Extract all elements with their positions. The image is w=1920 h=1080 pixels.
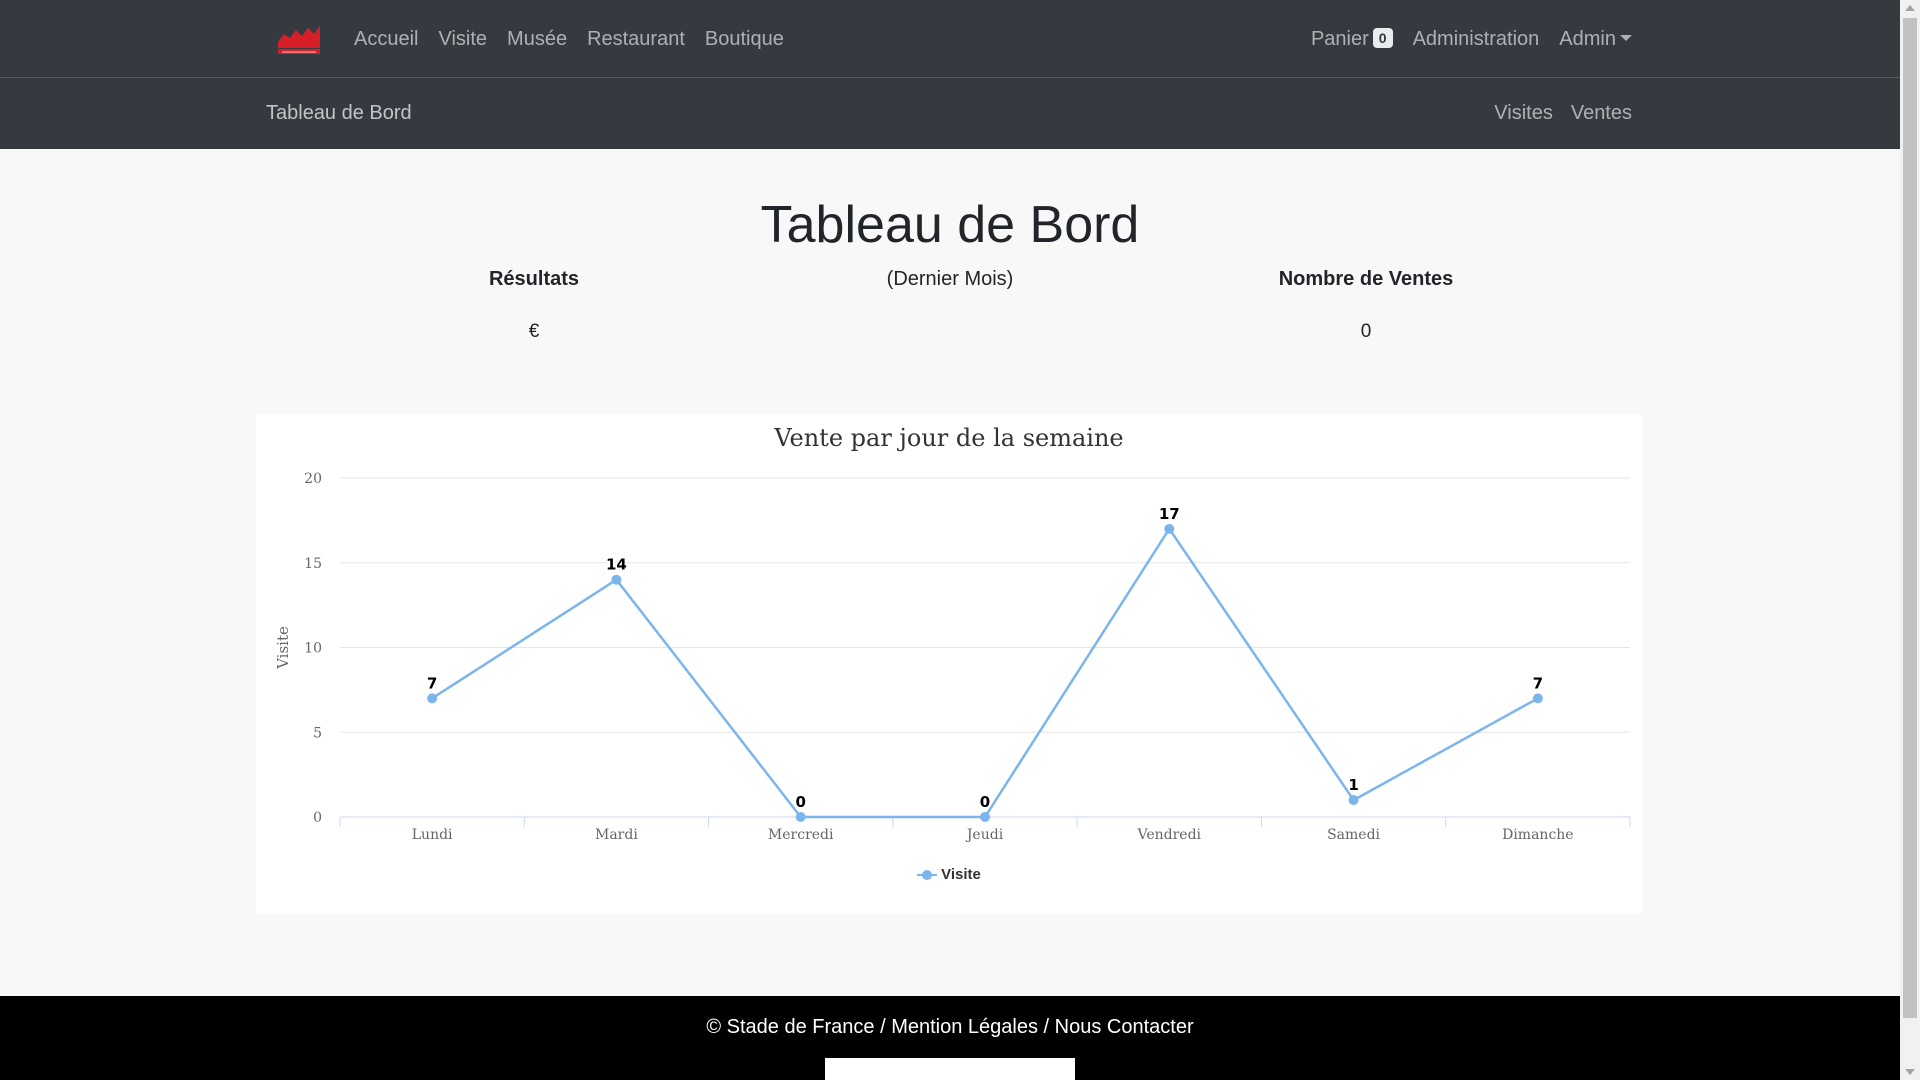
cart-count-badge: 0 xyxy=(1372,27,1393,48)
nav-link-visite[interactable]: Visite xyxy=(438,28,487,51)
data-point xyxy=(795,812,806,822)
nav-link-boutique[interactable]: Boutique xyxy=(705,28,784,51)
data-point xyxy=(427,693,438,704)
chevron-down-icon xyxy=(1620,34,1632,41)
data-point xyxy=(1164,523,1175,534)
data-point xyxy=(980,812,990,822)
data-point xyxy=(1532,693,1543,704)
nav-link-restaurant[interactable]: Restaurant xyxy=(587,28,685,51)
sales-value: 0 xyxy=(1360,321,1372,342)
data-label: 0 xyxy=(795,793,805,811)
top-navbar: Accueil Visite Musée Restaurant Boutique… xyxy=(0,0,1900,78)
footer-separator: / xyxy=(1037,1016,1055,1038)
cart-link[interactable]: Panier 0 xyxy=(1310,27,1393,51)
y-tick-label: 5 xyxy=(313,725,322,741)
data-label: 0 xyxy=(980,793,990,811)
nav-link-accueil[interactable]: Accueil xyxy=(354,28,418,51)
page-title: Tableau de Bord xyxy=(760,196,1140,254)
x-tick-label: Lundi xyxy=(412,827,453,843)
scroll-up-icon[interactable] xyxy=(1905,5,1915,11)
sales-line-chart: 05101520Lundi Mardi Mercredi Jeudi Vendredi S… xyxy=(274,471,1631,843)
footer: © Stade de France / Mention Légales / No… xyxy=(0,996,1900,1080)
sales-label: Nombre de Ventes xyxy=(1278,268,1454,290)
data-label: 7 xyxy=(1533,674,1543,692)
footer-text: © Stade de France / Mention Légales / No… xyxy=(0,1016,1900,1039)
footer-copyright: © Stade de France xyxy=(706,1016,875,1038)
stade-de-france-logo-icon[interactable] xyxy=(276,22,322,56)
chart-legend[interactable]: Visite xyxy=(256,866,1642,883)
y-tick-label: 15 xyxy=(304,556,322,572)
results-label: Résultats xyxy=(488,268,580,290)
y-tick-label: 10 xyxy=(304,641,322,657)
y-tick-label: 20 xyxy=(304,471,322,487)
scroll-down-icon[interactable] xyxy=(1905,1069,1915,1075)
subnav-link-visites[interactable]: Visites xyxy=(1494,102,1553,125)
legend-label: Visite xyxy=(941,866,981,883)
cart-label: Panier xyxy=(1310,27,1369,50)
x-tick-label: Samedi xyxy=(1327,827,1380,843)
dashboard-subnav: Tableau de Bord Visites Ventes xyxy=(0,78,1900,149)
results-stat: Résultats € xyxy=(384,268,684,343)
data-label: 7 xyxy=(427,674,437,692)
footer-white-box xyxy=(825,1058,1075,1080)
user-nav: Panier 0 Administration Admin xyxy=(1311,0,1632,78)
scrollbar-thumb[interactable] xyxy=(1903,18,1917,1018)
admin-dropdown-label: Admin xyxy=(1559,27,1616,50)
x-tick-label: Jeudi xyxy=(965,827,1004,843)
period-stat: (Dernier Mois) xyxy=(800,268,1100,291)
footer-legal-link[interactable]: Mention Légales xyxy=(891,1016,1038,1038)
vertical-scrollbar[interactable] xyxy=(1900,0,1920,1080)
admin-dropdown[interactable]: Admin xyxy=(1559,28,1632,51)
main-nav: Accueil Visite Musée Restaurant Boutique xyxy=(354,0,784,78)
x-tick-label: Mercredi xyxy=(768,827,834,843)
series-line xyxy=(431,526,1539,819)
x-tick-label: Vendredi xyxy=(1137,827,1202,843)
nav-link-musee[interactable]: Musée xyxy=(507,28,567,51)
data-label: 1 xyxy=(1348,776,1358,794)
page: Accueil Visite Musée Restaurant Boutique… xyxy=(0,0,1900,1080)
subnav-links: Visites Ventes xyxy=(1494,78,1632,149)
subnav-brand[interactable]: Tableau de Bord xyxy=(266,78,412,149)
administration-link[interactable]: Administration xyxy=(1413,28,1540,51)
footer-contact-link[interactable]: Nous Contacter xyxy=(1055,1016,1194,1038)
sales-chart-card: Vente par jour de la semaine 0 5 10 15 20 Lun… xyxy=(256,414,1642,914)
period-label: (Dernier Mois) xyxy=(886,268,1014,290)
subnav-link-ventes[interactable]: Ventes xyxy=(1571,102,1632,125)
x-tick-label: Dimanche xyxy=(1502,827,1573,843)
sales-stat: Nombre de Ventes 0 xyxy=(1216,268,1516,343)
y-tick-label: 0 xyxy=(313,810,322,826)
x-tick-label: Mardi xyxy=(595,827,638,843)
y-axis-title: Visite xyxy=(274,626,292,670)
legend-marker-icon xyxy=(917,870,938,881)
results-value: € xyxy=(528,321,540,342)
footer-separator: / xyxy=(874,1016,892,1038)
data-point xyxy=(1348,795,1359,806)
data-point xyxy=(611,574,622,585)
data-label: 14 xyxy=(606,556,627,574)
data-label: 17 xyxy=(1159,505,1180,523)
